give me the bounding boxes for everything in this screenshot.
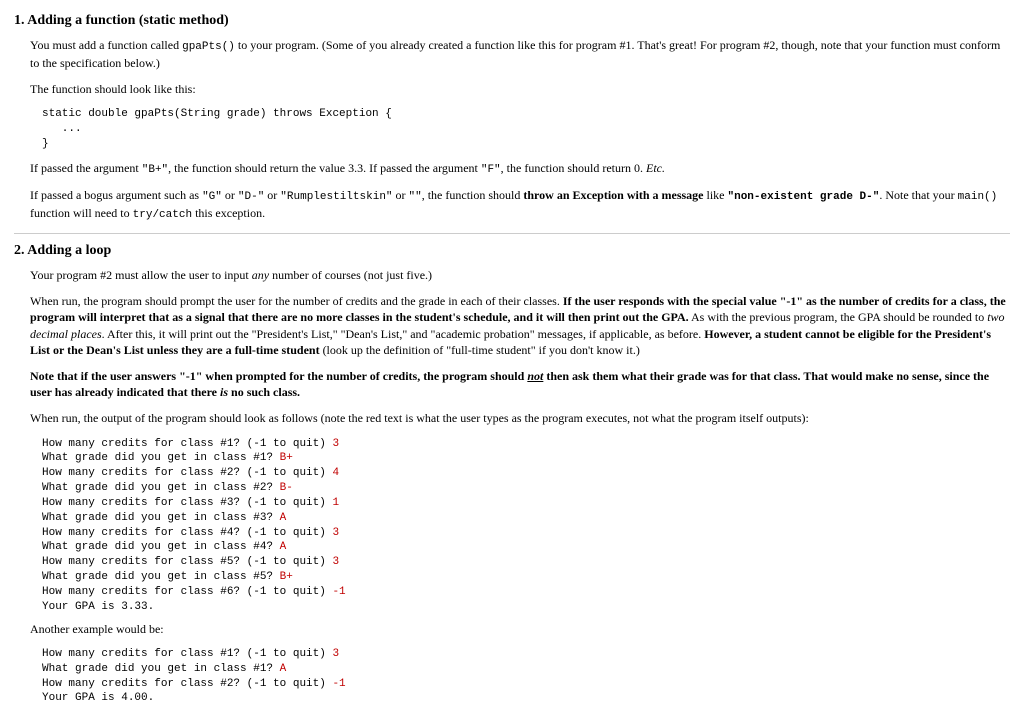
section1-paragraph2: The function should look like this: [30, 81, 1010, 97]
emph-text: not [527, 369, 543, 383]
text: , the function should return 0. [501, 161, 646, 175]
section2-heading: 2. Adding a loop [14, 242, 1010, 261]
section2-paragraph3: Note that if the user answers "-1" when … [30, 368, 1010, 400]
text: function will need to [30, 206, 133, 220]
text: . After this, it will print out the "Pre… [102, 327, 705, 341]
inline-code: try/catch [133, 209, 192, 221]
text: , the function should return the value 3… [168, 161, 481, 175]
text: When run, the program should prompt the … [30, 294, 563, 308]
inline-code: "non-existent grade D-" [728, 191, 880, 203]
bold-text: throw an Exception with a message [523, 188, 703, 202]
sample-output-2: How many credits for class #1? (-1 to qu… [42, 647, 1010, 706]
inline-code: "Rumplestiltskin" [280, 191, 392, 203]
text: or [264, 188, 280, 202]
section1-paragraph4: If passed a bogus argument such as "G" o… [30, 187, 1010, 223]
inline-code: main() [958, 191, 998, 203]
inline-code: "F" [481, 164, 501, 176]
text: or [222, 188, 238, 202]
section2-paragraph4: When run, the output of the program shou… [30, 410, 1010, 426]
text: number of courses (not just five.) [269, 268, 432, 282]
italic-text: is [220, 385, 228, 399]
text: . Note that your [879, 188, 957, 202]
section1-paragraph1: You must add a function called gpaPts() … [30, 37, 1010, 71]
inline-code: "G" [202, 191, 222, 203]
inline-code: "D-" [238, 191, 264, 203]
code-block: static double gpaPts(String grade) throw… [42, 107, 1010, 152]
inline-code: gpaPts() [182, 41, 235, 53]
section2-paragraph1: Your program #2 must allow the user to i… [30, 267, 1010, 283]
another-example-label: Another example would be: [30, 621, 1010, 637]
text: Your program #2 must allow the user to i… [30, 268, 252, 282]
text: or [393, 188, 409, 202]
text: If passed a bogus argument such as [30, 188, 202, 202]
section1-paragraph3: If passed the argument "B+", the functio… [30, 160, 1010, 178]
inline-code: "" [409, 191, 422, 203]
section1-heading: 1. Adding a function (static method) [14, 12, 1010, 31]
section2-paragraph2: When run, the program should prompt the … [30, 293, 1010, 358]
text: no such class. [228, 385, 300, 399]
sample-output-1: How many credits for class #1? (-1 to qu… [42, 437, 1010, 615]
text: As with the previous program, the GPA sh… [689, 310, 988, 324]
text: You must add a function called [30, 38, 182, 52]
inline-code: "B+" [142, 164, 168, 176]
italic-text: any [252, 268, 269, 282]
text: this exception. [192, 206, 265, 220]
text: , the function should [422, 188, 524, 202]
italic-text: Etc. [646, 161, 665, 175]
text: (look up the definition of "full-time st… [320, 343, 640, 357]
divider [14, 233, 1010, 234]
text: Note that if the user answers "-1" when … [30, 369, 527, 383]
text: If passed the argument [30, 161, 142, 175]
text: like [704, 188, 728, 202]
